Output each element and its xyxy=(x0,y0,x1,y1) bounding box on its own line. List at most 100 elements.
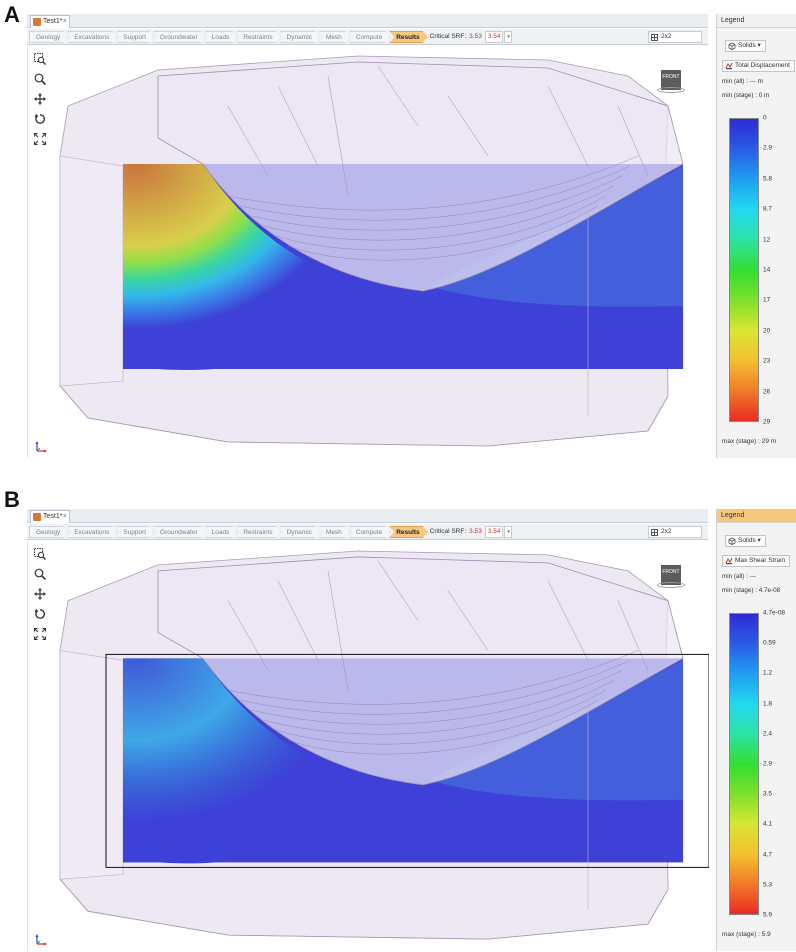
stage-tab-mesh[interactable]: Mesh xyxy=(319,526,350,538)
legend-tick-label: 8.7 xyxy=(763,205,773,213)
legend-color-bar xyxy=(729,613,759,915)
rotate-icon[interactable] xyxy=(33,112,47,126)
zoom-icon[interactable] xyxy=(33,567,47,581)
document-tab-bar: Test1* × xyxy=(27,509,708,523)
legend-min-all: min (all) : --- m xyxy=(722,78,763,85)
legend-color-bar xyxy=(729,118,759,422)
view-cube[interactable]: FRONT xyxy=(657,70,685,96)
view-layout-value: 2x2 xyxy=(661,528,672,535)
zoom-window-icon[interactable] xyxy=(33,52,47,66)
stage-tab-dynamic[interactable]: Dynamic xyxy=(280,526,320,538)
critical-srf-label: Critical SRF: xyxy=(429,528,467,535)
legend-title: Legend xyxy=(717,14,796,28)
critical-srf-label: Critical SRF: xyxy=(429,33,467,40)
axis-triad-icon xyxy=(34,933,48,947)
close-icon[interactable]: × xyxy=(63,511,67,523)
legend-min-stage: min (stage) : 0 m xyxy=(722,92,770,99)
critical-srf-value: 3.53 xyxy=(469,33,482,40)
view-cube[interactable]: FRONT xyxy=(657,565,685,591)
stage-tab-mesh[interactable]: Mesh xyxy=(319,31,350,43)
legend-min-stage: min (stage) : 4.7e-08 xyxy=(722,587,781,594)
zoom-extents-icon[interactable] xyxy=(33,627,47,641)
rotate-icon[interactable] xyxy=(33,607,47,621)
pan-icon[interactable] xyxy=(33,92,47,106)
3d-viewport[interactable]: FRONT xyxy=(27,46,708,458)
workflow-stages: Geology Excavations Support Groundwater Load… xyxy=(29,526,427,538)
legend-tick-label: 1.2 xyxy=(763,669,773,677)
stage-tab-results[interactable]: Results xyxy=(389,526,427,538)
document-tab[interactable]: Test1* × xyxy=(30,510,70,523)
legend-tick-label: 4.7 xyxy=(763,851,773,859)
stage-tab-restraints[interactable]: Restraints xyxy=(236,526,280,538)
view-layout-select[interactable]: 2x2 xyxy=(648,526,702,538)
legend-max-stage: max (stage) : 29 m xyxy=(722,438,777,445)
chevron-down-icon[interactable]: ▾ xyxy=(504,526,513,538)
grid-layout-icon xyxy=(651,529,658,536)
critical-srf-value: 3.53 xyxy=(469,528,482,535)
panel-b: Test1* × Geology Excavations Support Ground… xyxy=(27,509,796,951)
model-scene[interactable] xyxy=(28,541,709,951)
stage-tab-geology[interactable]: Geology xyxy=(29,526,68,538)
legend-tick-label: 2.9 xyxy=(763,144,773,152)
stage-tab-geology[interactable]: Geology xyxy=(29,31,68,43)
view-cube-ring[interactable] xyxy=(657,582,685,588)
document-tab-bar: Test1* × xyxy=(27,14,708,28)
critical-srf: Critical SRF: 3.53 3.54 ▾ xyxy=(430,31,513,43)
legend-tick-label: 20 xyxy=(763,327,771,335)
document-tab[interactable]: Test1* × xyxy=(30,15,70,28)
workflow-stages: Geology Excavations Support Groundwater Load… xyxy=(29,31,427,43)
critical-srf-select[interactable]: 3.54 xyxy=(484,31,504,43)
stage-tab-compute[interactable]: Compute xyxy=(349,526,390,538)
zoom-window-icon[interactable] xyxy=(33,547,47,561)
pan-icon[interactable] xyxy=(33,587,47,601)
stage-tab-support[interactable]: Support xyxy=(116,526,154,538)
stage-tab-groundwater[interactable]: Groundwater xyxy=(153,31,206,43)
legend-tick-label: 5.3 xyxy=(763,881,773,889)
document-tab-label: Test1* xyxy=(43,513,63,520)
chevron-down-icon[interactable]: ▾ xyxy=(504,31,513,43)
result-type-button[interactable]: Total Displacement xyxy=(722,60,795,72)
view-cube-ring[interactable] xyxy=(657,87,685,93)
panel-label-b: B xyxy=(4,487,20,512)
stage-tab-support[interactable]: Support xyxy=(116,31,154,43)
model-file-icon xyxy=(33,18,41,26)
legend-tick-label: 0.59 xyxy=(763,639,776,647)
close-icon[interactable]: × xyxy=(63,16,67,28)
workflow-toolbar: Geology Excavations Support Groundwater Load… xyxy=(27,524,708,540)
stage-tab-restraints[interactable]: Restraints xyxy=(236,31,280,43)
legend-tick-label: 5.8 xyxy=(763,175,773,183)
legend-tick-label: 2.4 xyxy=(763,730,773,738)
stage-tab-dynamic[interactable]: Dynamic xyxy=(280,31,320,43)
critical-srf-select[interactable]: 3.54 xyxy=(484,526,504,538)
stage-tab-loads[interactable]: Loads xyxy=(205,526,238,538)
stage-tab-excavations[interactable]: Excavations xyxy=(67,31,117,43)
result-type-label: Total Displacement xyxy=(735,62,790,69)
view-toolbar xyxy=(33,52,47,152)
legend-tick-label: 0 xyxy=(763,114,767,122)
3d-viewport[interactable]: FRONT xyxy=(27,541,709,951)
result-type-icon xyxy=(725,557,733,565)
legend-tick-label: 1.8 xyxy=(763,700,773,708)
stage-tab-excavations[interactable]: Excavations xyxy=(67,526,117,538)
stage-tab-results[interactable]: Results xyxy=(389,31,427,43)
legend-title: Legend xyxy=(717,509,796,523)
view-layout-select[interactable]: 2x2 xyxy=(648,31,702,43)
stage-tab-groundwater[interactable]: Groundwater xyxy=(153,526,206,538)
solids-button[interactable]: Solids ▾ xyxy=(725,40,766,52)
zoom-extents-icon[interactable] xyxy=(33,132,47,146)
model-scene[interactable] xyxy=(28,46,709,458)
solids-button[interactable]: Solids ▾ xyxy=(725,535,766,547)
zoom-icon[interactable] xyxy=(33,72,47,86)
axis-triad-icon xyxy=(34,440,48,454)
critical-srf: Critical SRF: 3.53 3.54 ▾ xyxy=(430,526,513,538)
panel-a: Test1* × Geology Excavations Support Ground… xyxy=(27,14,796,458)
stage-tab-compute[interactable]: Compute xyxy=(349,31,390,43)
document-tab-label: Test1* xyxy=(43,18,63,25)
legend-panel: Legend Solids ▾ Max Shear Strain min (al… xyxy=(716,509,796,951)
legend-tick-label: 12 xyxy=(763,236,771,244)
result-type-button[interactable]: Max Shear Strain xyxy=(722,555,791,567)
workflow-toolbar: Geology Excavations Support Groundwater Load… xyxy=(27,29,708,45)
grid-layout-icon xyxy=(651,34,658,41)
side-face xyxy=(59,650,124,880)
stage-tab-loads[interactable]: Loads xyxy=(205,31,238,43)
